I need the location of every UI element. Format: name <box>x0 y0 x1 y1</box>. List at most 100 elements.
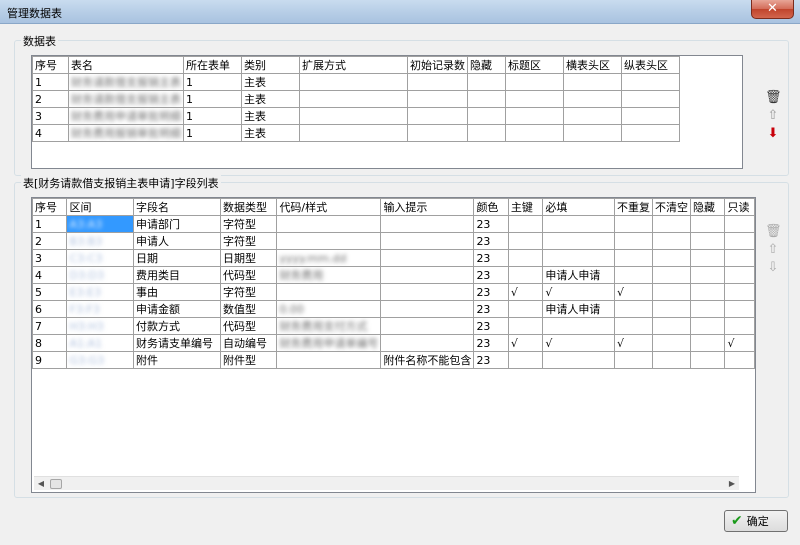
column-header[interactable]: 主键 <box>507 198 544 216</box>
table-cell[interactable] <box>380 300 475 318</box>
trash-icon[interactable]: 🗑 <box>765 223 782 241</box>
table-cell[interactable]: 日期 <box>133 249 221 267</box>
table-cell[interactable]: 主表 <box>241 124 300 142</box>
table-cell[interactable]: 23 <box>473 215 509 233</box>
table-cell[interactable] <box>724 351 755 369</box>
table-row[interactable]: 3 C3:C3 日期 日期型 yyyy.mm.dd 23 <box>32 249 755 267</box>
table-cell[interactable]: 附件名称不能包含 <box>380 351 475 369</box>
column-header[interactable]: 输入提示 <box>380 198 475 216</box>
table-cell[interactable]: 1 <box>32 73 69 91</box>
table-cell[interactable] <box>507 266 544 284</box>
column-header[interactable]: 所在表单 <box>183 56 242 74</box>
table-cell[interactable] <box>724 300 755 318</box>
table-cell[interactable] <box>621 124 680 142</box>
table-row[interactable]: 5 E3:E3 事由 字符型 23 √ √ √ <box>32 283 755 301</box>
table-cell[interactable] <box>467 90 506 108</box>
table-cell[interactable]: F3:F3 <box>66 300 134 318</box>
table-cell[interactable] <box>380 249 475 267</box>
table-cell[interactable] <box>614 266 653 284</box>
table-cell[interactable]: 字符型 <box>219 232 278 250</box>
table-cell[interactable]: 申请人 <box>133 232 221 250</box>
table-cell[interactable]: 1 <box>183 73 242 91</box>
table-cell[interactable]: 23 <box>473 283 509 301</box>
column-header[interactable]: 数据类型 <box>219 198 278 216</box>
table-cell[interactable] <box>614 249 653 267</box>
table-cell[interactable]: 2 <box>32 232 68 250</box>
table-cell[interactable] <box>724 317 755 335</box>
table-cell[interactable] <box>563 73 622 91</box>
table-cell[interactable]: 1 <box>183 90 242 108</box>
table-cell[interactable] <box>652 232 691 250</box>
table-cell[interactable] <box>652 317 691 335</box>
table-row[interactable]: 1 财务请款借支报销主表 1 主表 <box>32 73 680 91</box>
table-row[interactable]: 2 B3:B3 申请人 字符型 23 <box>32 232 755 250</box>
table-cell[interactable]: 主表 <box>241 90 300 108</box>
table-cell[interactable] <box>689 215 726 233</box>
table-cell[interactable] <box>652 266 691 284</box>
table-cell[interactable]: H3:H3 <box>66 317 134 335</box>
table-cell[interactable] <box>505 107 564 125</box>
table-cell[interactable] <box>407 90 468 108</box>
column-header[interactable]: 颜色 <box>473 198 509 216</box>
table-cell[interactable]: 财务请款借支报销主表 <box>68 73 184 91</box>
table-cell[interactable]: √ <box>507 334 544 352</box>
table-cell[interactable] <box>689 232 726 250</box>
table-cell[interactable] <box>689 300 726 318</box>
table-row[interactable]: 8 A1:A1 财务请支单编号 自动编号 财务费用申请单编号 23 √ √ √ √ <box>32 334 755 352</box>
table-cell[interactable] <box>652 351 691 369</box>
column-header[interactable]: 序号 <box>32 198 68 216</box>
table-cell[interactable] <box>380 266 475 284</box>
arrow-down-icon[interactable]: ⬇ <box>765 125 781 143</box>
column-header[interactable]: 不清空 <box>652 198 691 216</box>
table-cell[interactable]: 23 <box>473 249 509 267</box>
table-cell[interactable] <box>507 300 544 318</box>
table-cell[interactable] <box>542 249 615 267</box>
column-header[interactable]: 必填 <box>542 198 615 216</box>
table-row[interactable]: 7 H3:H3 付款方式 代码型 财务费用支付方式 23 <box>32 317 755 335</box>
table-cell[interactable]: 4 <box>32 124 69 142</box>
table-cell[interactable] <box>380 334 475 352</box>
table-cell[interactable] <box>542 232 615 250</box>
table-cell[interactable]: 23 <box>473 334 509 352</box>
table-cell[interactable]: 主表 <box>241 107 300 125</box>
table-cell[interactable] <box>507 232 544 250</box>
table-cell[interactable]: 财务请款借支报销主表 <box>68 90 184 108</box>
table-cell[interactable] <box>407 124 468 142</box>
column-header[interactable]: 标题区 <box>505 56 564 74</box>
table-cell[interactable] <box>652 283 691 301</box>
table-cell[interactable] <box>689 266 726 284</box>
table-cell[interactable]: 6 <box>32 300 68 318</box>
table-cell[interactable]: yyyy.mm.dd <box>276 249 382 267</box>
column-header[interactable]: 区间 <box>66 198 134 216</box>
table-row[interactable]: 4 财务费用报销审批明细 1 主表 <box>32 124 680 142</box>
table-cell[interactable] <box>380 232 475 250</box>
column-header[interactable]: 隐藏 <box>689 198 726 216</box>
trash-icon[interactable]: 🗑 <box>765 89 782 107</box>
table-cell[interactable] <box>542 351 615 369</box>
table-cell[interactable]: 8 <box>32 334 68 352</box>
table-cell[interactable] <box>505 90 564 108</box>
table-cell[interactable] <box>467 124 506 142</box>
table-cell[interactable]: √ <box>724 334 755 352</box>
table-cell[interactable]: √ <box>542 283 615 301</box>
table-cell[interactable] <box>614 351 653 369</box>
table-cell[interactable]: 财务费用申请单编号 <box>276 334 382 352</box>
table-row[interactable]: 1 A3:A3 申请部门 字符型 23 <box>32 215 755 233</box>
table-cell[interactable] <box>724 266 755 284</box>
column-header[interactable]: 隐藏 <box>467 56 506 74</box>
table-cell[interactable] <box>724 232 755 250</box>
table-cell[interactable] <box>563 124 622 142</box>
table-row[interactable]: 9 G3:G3 附件 附件型 附件名称不能包含 23 <box>32 351 755 369</box>
table-cell[interactable]: E3:E3 <box>66 283 134 301</box>
scroll-left-icon[interactable]: ◀ <box>34 477 48 491</box>
table-cell[interactable] <box>467 107 506 125</box>
arrow-up-icon[interactable]: ⇧ <box>765 241 781 259</box>
table-cell[interactable] <box>276 283 382 301</box>
table-cell[interactable] <box>689 249 726 267</box>
arrow-down-icon[interactable]: ⇩ <box>765 259 781 277</box>
table-cell[interactable]: √ <box>614 283 653 301</box>
table-cell[interactable]: D3:D3 <box>66 266 134 284</box>
table-cell[interactable]: √ <box>542 334 615 352</box>
table-cell[interactable]: 日期型 <box>219 249 278 267</box>
table-cell[interactable]: 自动编号 <box>219 334 278 352</box>
